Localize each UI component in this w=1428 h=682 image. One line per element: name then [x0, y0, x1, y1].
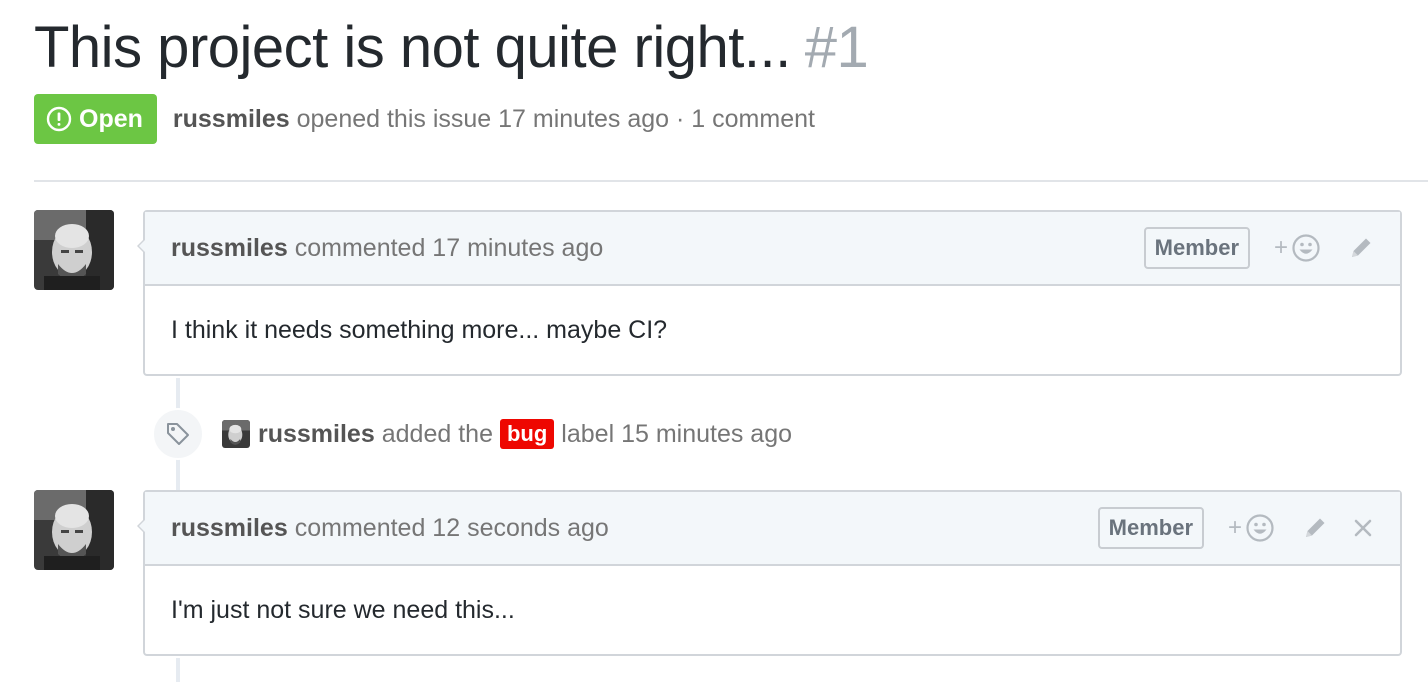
- state-label: Open: [79, 104, 143, 133]
- issue-title-bar: This project is not quite right... #1: [34, 14, 869, 81]
- issue-opened-icon: [46, 106, 72, 132]
- comment-author-link[interactable]: russmiles: [171, 514, 288, 543]
- member-badge: Member: [1097, 507, 1204, 549]
- comment-body: I think it needs something more... maybe…: [145, 286, 1400, 374]
- svg-text:+: +: [1274, 234, 1288, 261]
- event-avatar[interactable]: [222, 420, 250, 448]
- event-text: russmiles added the bug label 15 minutes…: [258, 419, 792, 449]
- comment-timestamp[interactable]: commented 17 minutes ago: [295, 234, 604, 263]
- avatar-image: [34, 490, 114, 570]
- bug-label[interactable]: bug: [499, 419, 555, 449]
- comment-card: russmiles commented 12 seconds ago Membe…: [137, 490, 1402, 656]
- timeline-connector: [176, 658, 180, 682]
- issue-title: This project is not quite right...: [34, 15, 791, 80]
- edit-button[interactable]: [1302, 515, 1328, 541]
- smiley-icon: +: [1274, 234, 1320, 262]
- header-divider: [34, 180, 1428, 182]
- delete-button[interactable]: [1352, 517, 1374, 539]
- edit-button[interactable]: [1348, 235, 1374, 261]
- comment-text: I'm just not sure we need this...: [171, 595, 515, 624]
- pencil-icon: [1352, 238, 1371, 257]
- smiley-icon: +: [1228, 514, 1274, 542]
- comment-header: russmiles commented 17 minutes ago Membe…: [145, 212, 1400, 286]
- comment-timestamp[interactable]: commented 12 seconds ago: [295, 514, 609, 543]
- avatar-image: [34, 210, 114, 290]
- event-badge: [152, 408, 204, 460]
- pencil-icon: [1306, 518, 1325, 537]
- comment-header: russmiles commented 12 seconds ago Membe…: [145, 492, 1400, 566]
- opened-text: opened this issue 17 minutes ago · 1 com…: [296, 104, 815, 133]
- avatar[interactable]: [34, 490, 114, 570]
- add-reaction-button[interactable]: +: [1228, 513, 1278, 543]
- close-icon: [1354, 519, 1372, 537]
- event-author-link[interactable]: russmiles: [258, 420, 375, 449]
- svg-text:+: +: [1228, 514, 1242, 541]
- comment-author-link[interactable]: russmiles: [171, 234, 288, 263]
- tag-icon: [167, 423, 189, 445]
- add-reaction-button[interactable]: +: [1274, 233, 1324, 263]
- event-prefix: added the: [381, 419, 493, 448]
- avatar[interactable]: [34, 210, 114, 290]
- issue-number: #1: [804, 15, 869, 80]
- comment-card: russmiles commented 17 minutes ago Membe…: [137, 210, 1402, 376]
- state-badge: Open: [34, 94, 157, 144]
- issue-author-link[interactable]: russmiles: [173, 105, 290, 133]
- comment-body: I'm just not sure we need this...: [145, 566, 1400, 654]
- avatar-image: [222, 420, 250, 448]
- comment-text: I think it needs something more... maybe…: [171, 315, 668, 344]
- event-suffix: label 15 minutes ago: [561, 419, 793, 448]
- meta-text: russmiles opened this issue 17 minutes a…: [173, 105, 815, 134]
- issue-meta: Open russmiles opened this issue 17 minu…: [34, 94, 815, 144]
- member-badge: Member: [1143, 227, 1250, 269]
- timeline-event-labeled: russmiles added the bug label 15 minutes…: [152, 408, 792, 460]
